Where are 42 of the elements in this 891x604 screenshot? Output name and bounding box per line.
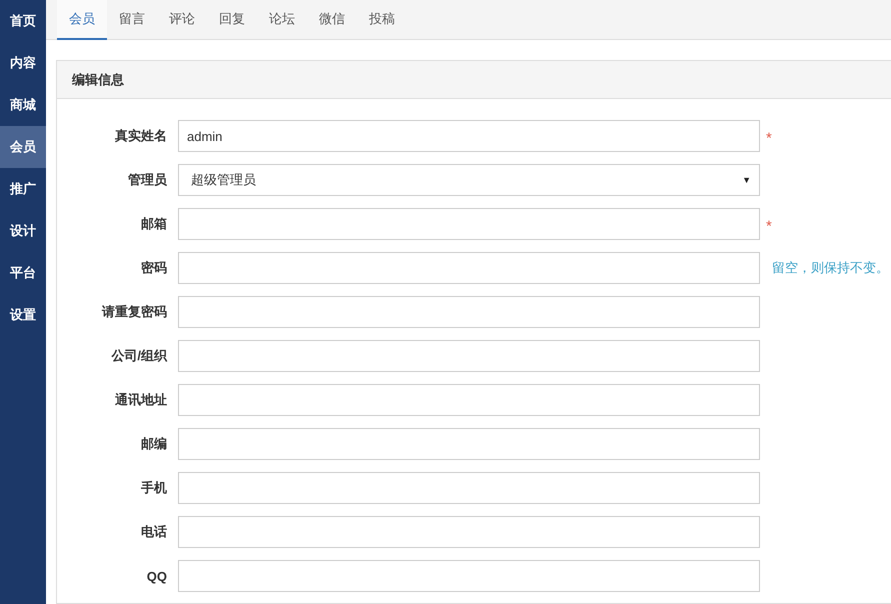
sidebar-item[interactable]: 推广	[0, 168, 46, 210]
field-label: 管理员	[127, 171, 168, 189]
text-field[interactable]	[178, 208, 760, 240]
sidebar-item[interactable]: 会员	[0, 126, 46, 168]
sidebar-item[interactable]: 设计	[0, 210, 46, 252]
required-mark: *	[766, 218, 772, 234]
text-field[interactable]	[178, 296, 760, 328]
field-label: 电话	[140, 523, 168, 541]
text-field[interactable]	[178, 560, 760, 592]
field-label: 请重复密码	[100, 303, 168, 321]
caret-icon: ▼	[742, 175, 751, 185]
sidebar-item[interactable]: 设置	[0, 294, 46, 336]
field-label: QQ	[146, 568, 168, 584]
field-hint: 留空，则保持不变。	[772, 259, 889, 277]
sidebar-item[interactable]: 平台	[0, 252, 46, 294]
field-label: 邮箱	[140, 215, 168, 233]
text-field[interactable]: admin	[178, 120, 760, 152]
field-label: 邮编	[140, 435, 168, 453]
sidebar-item[interactable]: 商城	[0, 84, 46, 126]
dropdown-field[interactable]: 超级管理员 ▼	[178, 164, 760, 196]
field-label: 公司/组织	[110, 347, 168, 365]
field-label: 密码	[140, 259, 168, 277]
text-field[interactable]	[178, 384, 760, 416]
tab[interactable]: 回复	[207, 0, 257, 40]
field-label: 通讯地址	[114, 391, 168, 409]
tab[interactable]: 投稿	[357, 0, 407, 40]
tab[interactable]: 会员	[57, 0, 107, 40]
sidebar-item[interactable]: 首页	[0, 0, 46, 42]
text-field[interactable]	[178, 428, 760, 460]
tab[interactable]: 论坛	[257, 0, 307, 40]
text-field[interactable]	[178, 516, 760, 548]
text-field[interactable]	[178, 472, 760, 504]
tab[interactable]: 评论	[157, 0, 207, 40]
field-label: 真实姓名	[114, 127, 168, 145]
panel-title: 编辑信息	[72, 70, 124, 88]
tab[interactable]: 微信	[307, 0, 357, 40]
field-label: 手机	[140, 479, 168, 497]
sidebar-item[interactable]: 内容	[0, 42, 46, 84]
tab[interactable]: 留言	[107, 0, 157, 40]
text-field[interactable]	[178, 340, 760, 372]
text-field[interactable]	[178, 252, 760, 284]
required-mark: *	[766, 130, 772, 146]
